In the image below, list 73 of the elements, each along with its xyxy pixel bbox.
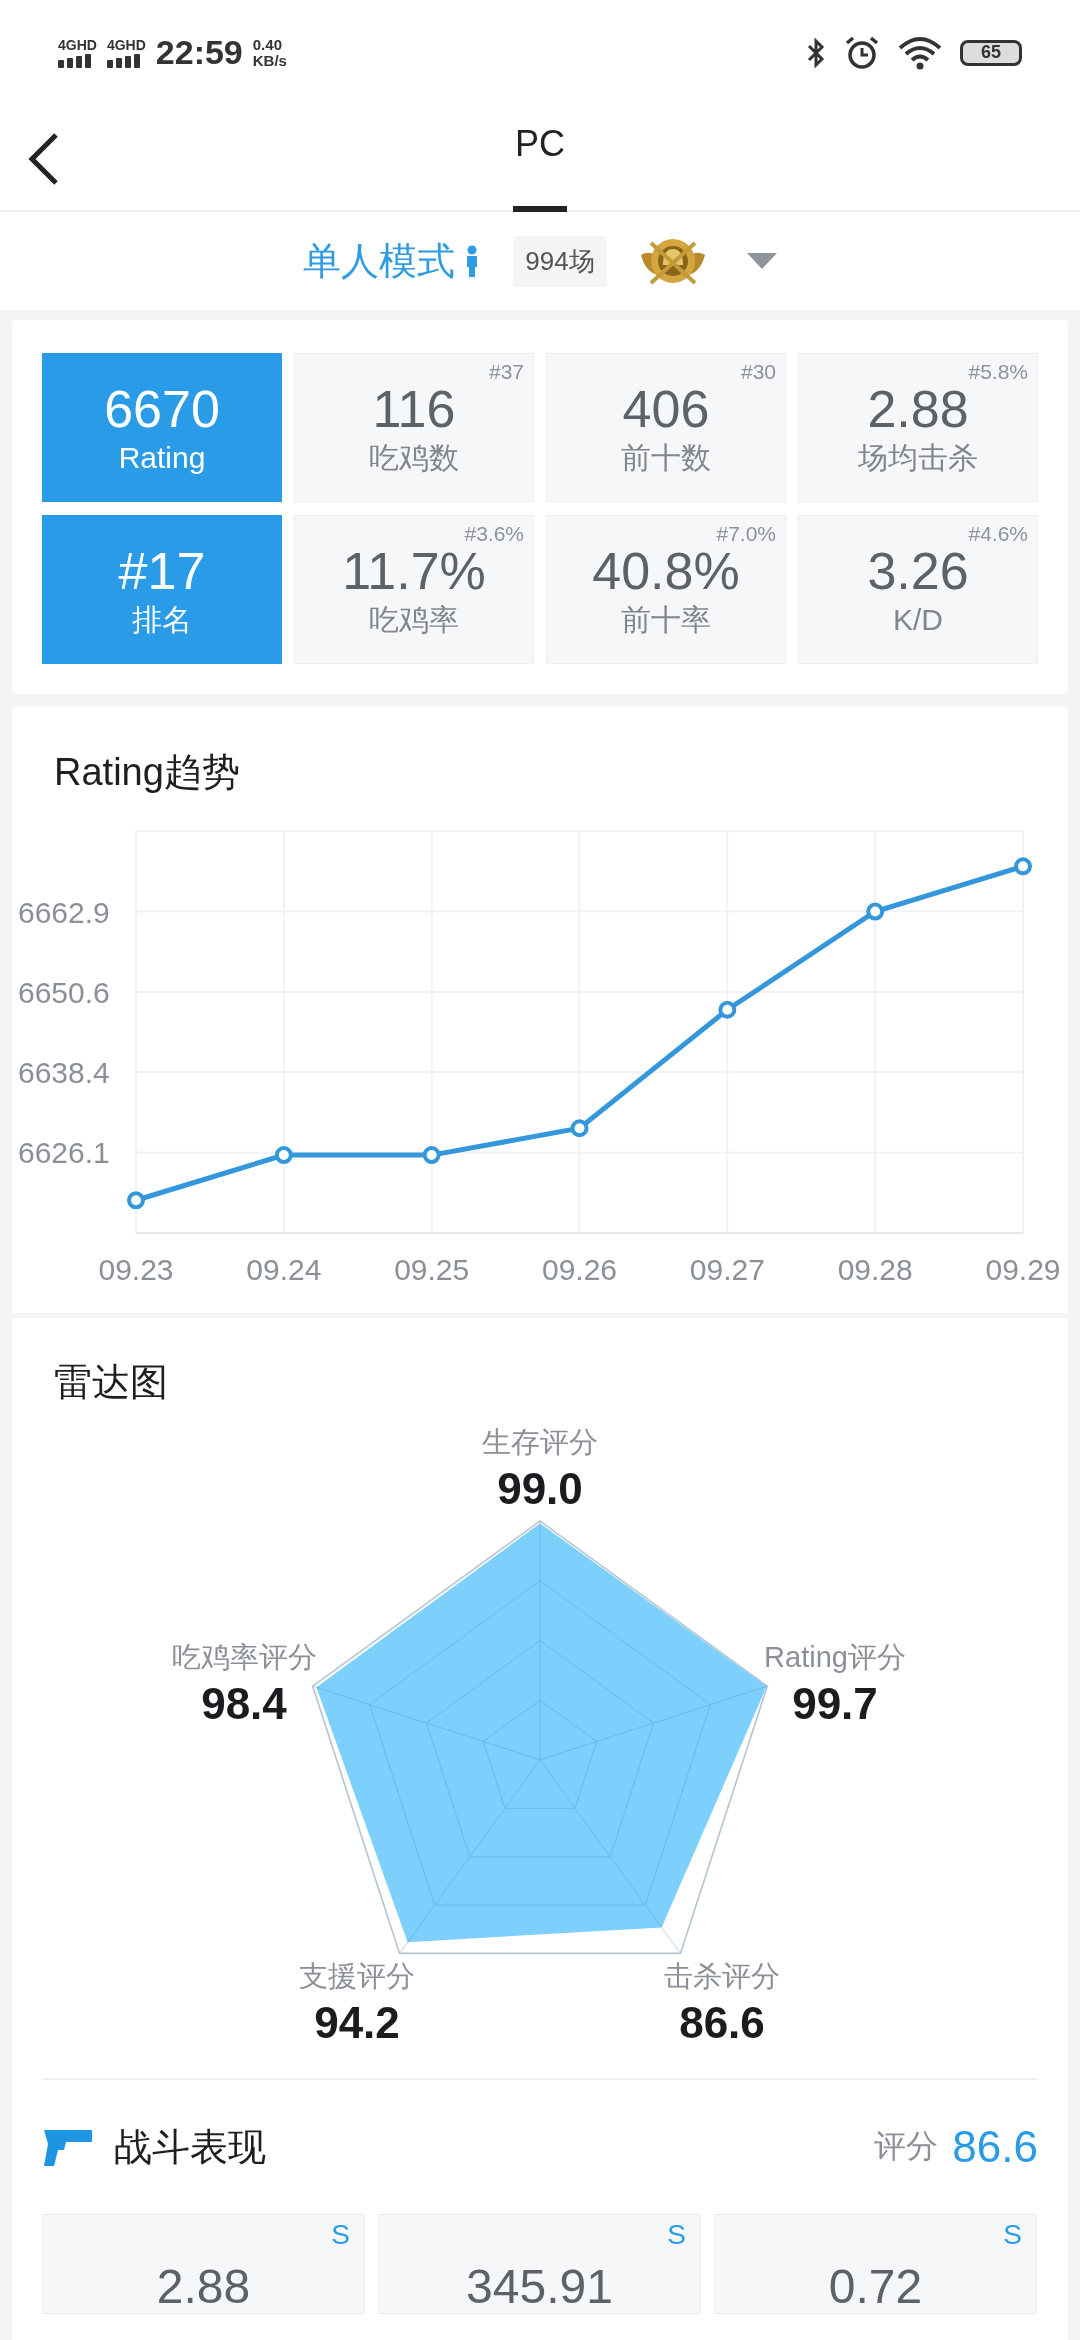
match-count: 994场 (513, 235, 607, 287)
chart-title: 雷达图 (54, 1360, 169, 1404)
axis-label: 6650.6 (18, 976, 110, 1010)
network-type: 4GHD (106, 37, 146, 52)
stat-label: K/D (893, 601, 943, 638)
data-point (866, 902, 885, 921)
rank-label: #30 (740, 360, 776, 384)
stat-label: Rating (118, 439, 206, 476)
bluetooth-icon (806, 36, 826, 69)
person-icon (465, 245, 480, 277)
axis-label: 09.28 (837, 1253, 913, 1286)
grade-label: S (1003, 2219, 1022, 2251)
score-value: 98.4 (201, 1679, 287, 1728)
dropdown-icon[interactable] (746, 253, 777, 269)
section-title: 战斗表现 (114, 2124, 266, 2170)
axis-label: 6638.4 (18, 1055, 110, 1089)
tab[interactable]: PC (513, 105, 567, 210)
data-point (718, 1000, 737, 1019)
alarm-icon (844, 34, 880, 71)
axis-label: Rating评分 (764, 1641, 906, 1673)
score-value: 99.0 (497, 1464, 583, 1513)
signal-icon (58, 53, 94, 68)
battery-icon: 65 (960, 39, 1022, 66)
stat-value: #17 (118, 540, 206, 601)
stat-value: 406 (622, 378, 710, 439)
rank-label: #5.8% (968, 360, 1028, 384)
score-label: 评分 (874, 2127, 939, 2166)
network-type: 4GHD (58, 37, 97, 52)
stat-value: 116 (372, 378, 456, 439)
data-point (422, 1146, 441, 1165)
axis-label: 6662.9 (18, 895, 110, 929)
data-point (127, 1191, 145, 1210)
axis-label: 09.26 (541, 1253, 618, 1286)
grade-label: S (331, 2219, 350, 2251)
stat-label: 吃鸡数 (369, 439, 459, 476)
network-speed: 0.40 (252, 36, 283, 53)
combat-score: 86.6 (952, 2122, 1038, 2172)
stat-label: 场均击杀 (858, 439, 978, 476)
stat-value: 6670 (104, 378, 220, 439)
chart-title: Rating趋势 (54, 750, 241, 795)
stat-value: 2.88 (156, 2259, 251, 2315)
axis-label: 09.29 (985, 1253, 1061, 1286)
axis-label: 击杀评分 (664, 1960, 780, 1992)
axis-label: 6626.1 (18, 1136, 110, 1170)
pistol-icon (42, 2128, 92, 2166)
data-point (274, 1146, 293, 1165)
axis-label: 09.27 (689, 1253, 765, 1286)
stat-label: 排名 (132, 601, 192, 638)
stat-value: 3.26 (867, 541, 969, 601)
axis-label: 09.23 (98, 1253, 174, 1286)
stat-value: 345.91 (466, 2259, 613, 2315)
rank-label: #37 (488, 360, 524, 384)
axis-label: 支援评分 (299, 1960, 415, 1992)
score-value: 94.2 (314, 1998, 400, 2047)
speed-unit: KB/s (252, 52, 287, 69)
clock-time: 22:59 (155, 33, 243, 72)
stat-label: 吃鸡率 (369, 601, 459, 638)
axis-label: 生存评分 (482, 1426, 598, 1458)
stat-value: 0.72 (828, 2259, 923, 2315)
stat-value: 2.88 (867, 379, 969, 439)
axis-label: 09.24 (246, 1253, 322, 1286)
score-value: 99.7 (792, 1679, 878, 1728)
score-value: 86.6 (679, 1998, 765, 2047)
data-point (1014, 857, 1032, 876)
stat-label: 前十率 (621, 601, 711, 638)
data-point (570, 1119, 589, 1138)
stat-label: 前十数 (621, 439, 711, 476)
axis-label: 吃鸡率评分 (171, 1641, 317, 1673)
grade-label: S (667, 2219, 686, 2251)
rank-label: #4.6% (968, 522, 1028, 546)
signal-icon (106, 53, 143, 68)
axis-label: 09.25 (394, 1253, 470, 1286)
wifi-icon (898, 35, 942, 70)
